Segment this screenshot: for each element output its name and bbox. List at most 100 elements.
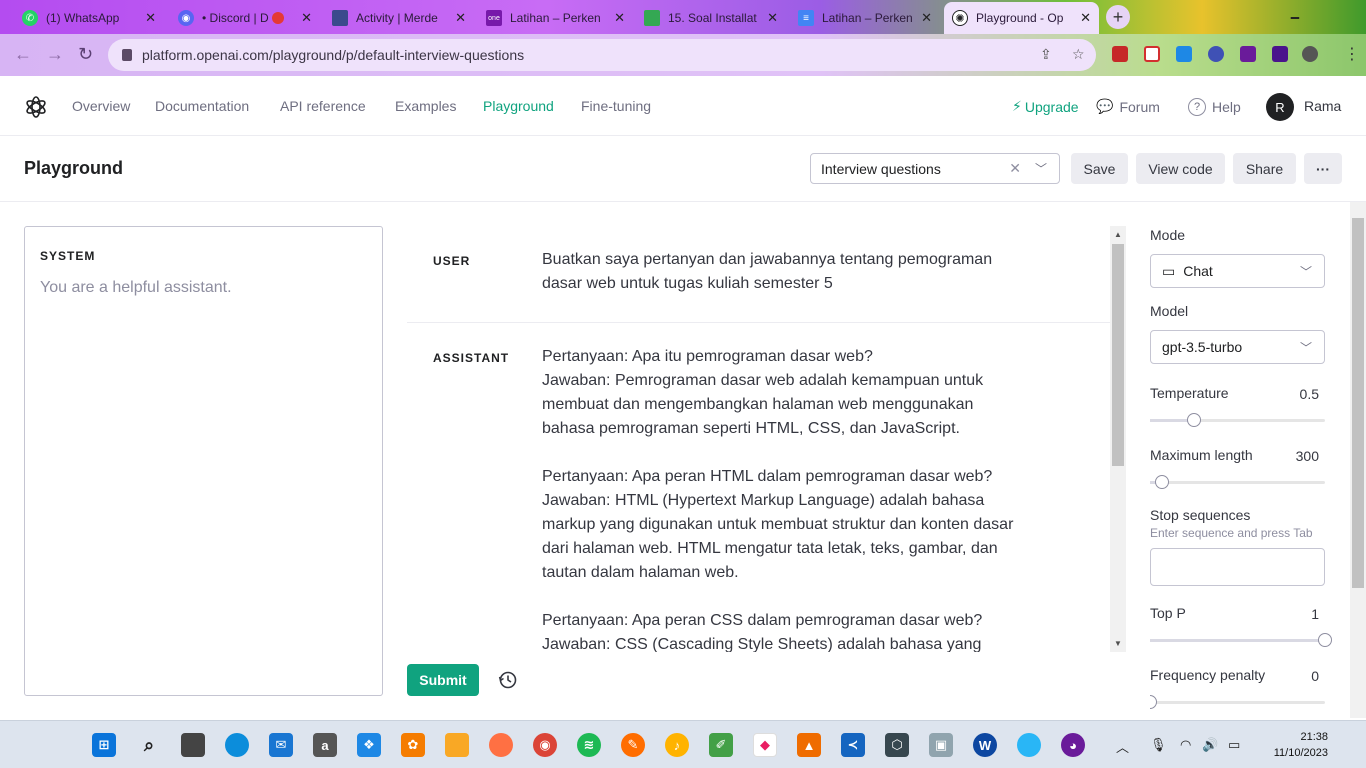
wifi-icon[interactable]: ◠ — [1180, 737, 1191, 753]
box-icon[interactable]: ⬡ — [885, 733, 909, 757]
virtualbox-icon[interactable]: ▣ — [929, 733, 953, 757]
elephant-icon[interactable] — [1017, 733, 1041, 757]
minimize-icon[interactable]: 🗕 — [1290, 6, 1300, 30]
submit-button[interactable]: Submit — [407, 664, 479, 696]
system-panel[interactable]: SYSTEM You are a helpful assistant. — [24, 226, 383, 696]
windows-start-icon[interactable]: ⊞ — [92, 733, 116, 757]
stop-sequences-input[interactable] — [1150, 548, 1325, 586]
puzzle-icon[interactable] — [1240, 46, 1256, 62]
assistant-role-label[interactable]: ASSISTANT — [433, 351, 509, 365]
extension-calendar-icon[interactable] — [1144, 46, 1160, 62]
nav-overview[interactable]: Overview — [72, 98, 130, 114]
frequency-penalty-slider[interactable] — [1150, 695, 1325, 709]
close-icon[interactable]: ✕ — [1080, 10, 1091, 26]
temperature-value[interactable]: 0.5 — [1300, 386, 1319, 402]
user-message[interactable]: USER Buatkan saya pertanyan dan jawabann… — [407, 226, 1110, 322]
view-code-button[interactable]: View code — [1136, 153, 1225, 184]
sidepanel-icon[interactable] — [1272, 46, 1288, 62]
vscode-icon[interactable]: ≺ — [841, 733, 865, 757]
postman-icon[interactable]: ✎ — [621, 733, 645, 757]
slider-handle[interactable] — [1155, 475, 1170, 489]
max-length-slider[interactable] — [1150, 475, 1325, 489]
extension-shield-icon[interactable] — [1112, 46, 1128, 62]
task-view-icon[interactable] — [181, 733, 205, 757]
history-icon[interactable] — [498, 670, 518, 690]
temperature-slider[interactable] — [1150, 413, 1325, 427]
frequency-penalty-value[interactable]: 0 — [1311, 668, 1319, 684]
mode-select[interactable]: ▭ Chat ﹀ — [1150, 254, 1325, 288]
system-input[interactable]: You are a helpful assistant. — [40, 279, 232, 297]
help-link[interactable]: ? Help — [1188, 98, 1241, 116]
notepad-icon[interactable]: ✐ — [709, 733, 733, 757]
share-icon[interactable]: ⇪ — [1040, 46, 1052, 63]
extension-docs-icon[interactable] — [1176, 46, 1192, 62]
spotify-icon[interactable]: ≋ — [577, 733, 601, 757]
model-select[interactable]: gpt-3.5-turbo ﹀ — [1150, 330, 1325, 364]
scrollbar-thumb[interactable] — [1352, 218, 1364, 588]
profile-icon[interactable] — [1302, 46, 1318, 62]
back-icon[interactable]: ← — [14, 44, 32, 65]
max-length-value[interactable]: 300 — [1296, 448, 1319, 464]
nav-documentation[interactable]: Documentation — [155, 98, 249, 114]
address-bar[interactable]: platform.openai.com/playground/p/default… — [108, 39, 1096, 71]
user-role-label[interactable]: USER — [433, 254, 470, 268]
tab-sheets[interactable]: 15. Soal Installat ✕ — [636, 4, 786, 32]
scroll-up-icon[interactable]: ▲ — [1114, 230, 1122, 239]
scrollbar-thumb[interactable] — [1112, 244, 1124, 466]
share-button[interactable]: Share — [1233, 153, 1296, 184]
nav-playground[interactable]: Playground — [483, 98, 554, 114]
page-scrollbar[interactable] — [1350, 202, 1366, 718]
user-message-text[interactable]: Buatkan saya pertanyan dan jawabannya te… — [542, 248, 1042, 296]
mail-icon[interactable]: ✉ — [269, 733, 293, 757]
xampp-icon[interactable]: ✿ — [401, 733, 425, 757]
microphone-icon[interactable]: 🎙 — [1150, 737, 1167, 753]
save-button[interactable]: Save — [1071, 153, 1128, 184]
battery-icon[interactable]: ▭ — [1228, 737, 1240, 753]
slider-handle[interactable] — [1186, 413, 1201, 427]
word-app-icon[interactable]: W — [973, 733, 997, 757]
user-name[interactable]: Rama — [1304, 98, 1341, 114]
tab-playground[interactable]: ✺ Playground - Op ✕ — [944, 2, 1099, 34]
close-icon[interactable]: ✕ — [145, 10, 156, 26]
tab-whatsapp[interactable]: ✆ (1) WhatsApp ✕ — [14, 4, 164, 32]
figma-icon[interactable]: ◆ — [753, 733, 777, 757]
clear-icon[interactable]: ✕ — [1009, 160, 1021, 177]
assistant-message-text[interactable]: Pertanyaan: Apa itu pemrograman dasar we… — [542, 345, 1062, 652]
star-icon[interactable]: ☆ — [1072, 46, 1085, 63]
volume-icon[interactable]: 🔊 — [1202, 737, 1218, 753]
amazon-icon[interactable]: a — [313, 733, 337, 757]
close-icon[interactable]: ✕ — [767, 10, 778, 26]
scroll-down-icon[interactable]: ▼ — [1114, 639, 1122, 648]
top-p-value[interactable]: 1 — [1311, 606, 1319, 622]
upgrade-link[interactable]: ⚡ Upgrade — [1012, 98, 1079, 115]
app-icon[interactable]: ♪ — [665, 733, 689, 757]
slider-handle[interactable] — [1318, 633, 1332, 647]
more-options-button[interactable]: ··· — [1304, 153, 1342, 184]
forum-link[interactable]: 💬 Forum — [1096, 98, 1160, 115]
close-icon[interactable]: ✕ — [921, 10, 932, 26]
nav-examples[interactable]: Examples — [395, 98, 456, 114]
avatar[interactable]: R — [1266, 93, 1294, 121]
edge-icon[interactable] — [225, 733, 249, 757]
reload-icon[interactable]: ↻ — [78, 44, 93, 65]
preset-select[interactable]: Interview questions ✕ ﹀ — [810, 153, 1060, 184]
github-icon[interactable]: ◕ — [1061, 733, 1085, 757]
assistant-message[interactable]: ASSISTANT Pertanyaan: Apa itu pemrograma… — [407, 323, 1110, 652]
top-p-slider[interactable] — [1150, 633, 1332, 647]
system-clock[interactable]: 21:38 11/10/2023 — [1258, 729, 1328, 761]
tab-discord[interactable]: ◉ • Discord | D ✕ — [170, 4, 320, 32]
nav-fine-tuning[interactable]: Fine-tuning — [581, 98, 651, 114]
openai-logo-icon[interactable] — [24, 95, 48, 119]
kebab-menu-icon[interactable]: ⋮ — [1344, 44, 1360, 64]
close-icon[interactable]: ✕ — [455, 10, 466, 26]
new-tab-button[interactable]: + — [1106, 5, 1130, 29]
search-icon[interactable]: ⌕ — [137, 733, 161, 757]
chevron-up-icon[interactable]: ︿ — [1116, 737, 1129, 756]
tab-docs[interactable]: ≡ Latihan – Perken ✕ — [790, 4, 940, 32]
tab-merdeka[interactable]: Activity | Merde ✕ — [324, 4, 474, 32]
close-icon[interactable]: ✕ — [301, 10, 312, 26]
forward-icon[interactable]: → — [46, 44, 64, 65]
chrome-icon[interactable]: ◉ — [533, 733, 557, 757]
slider-handle[interactable] — [1150, 695, 1157, 709]
sublime-icon[interactable]: ▲ — [797, 733, 821, 757]
